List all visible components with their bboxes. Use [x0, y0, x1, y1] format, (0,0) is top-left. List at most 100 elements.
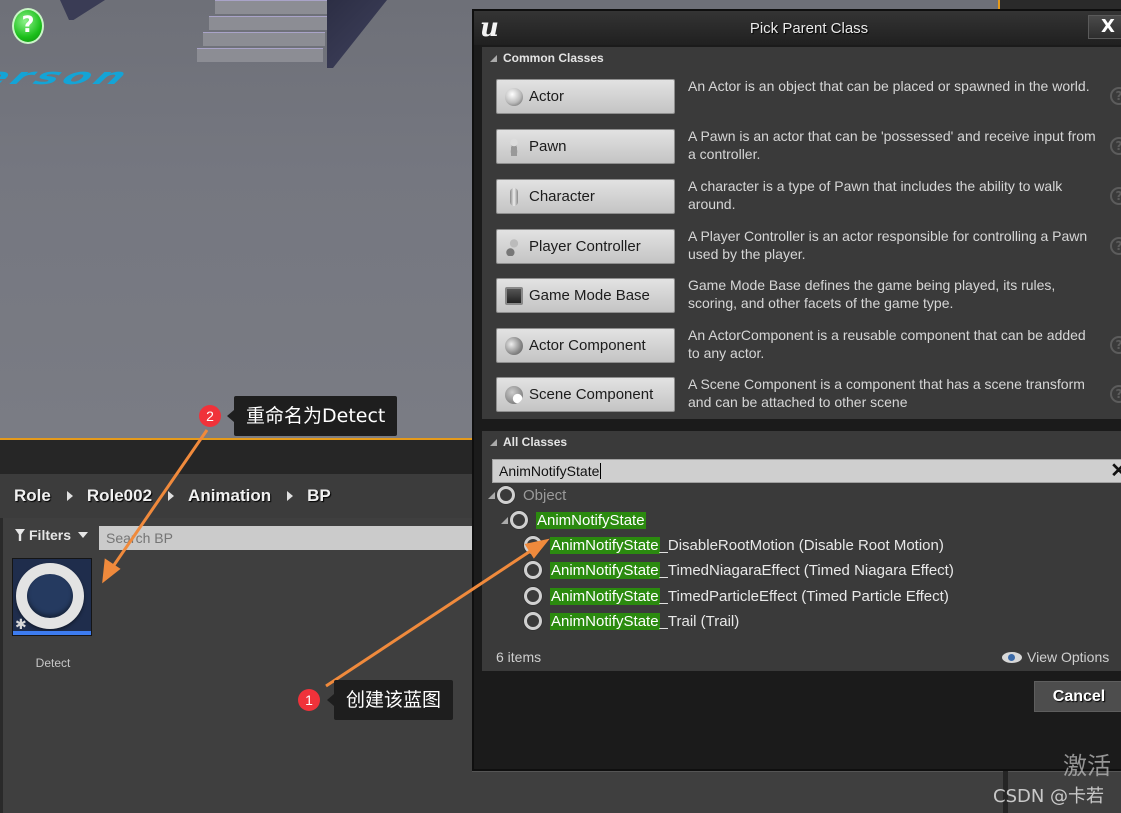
eye-icon: [1002, 651, 1022, 663]
actor-component-class-button[interactable]: Actor Component: [496, 328, 675, 363]
class-label: Player Controller: [529, 238, 641, 255]
dialog-title-bar[interactable]: u Pick Parent Class X: [474, 11, 1121, 45]
right-panel-edge: [998, 0, 1121, 9]
cancel-button[interactable]: Cancel: [1034, 681, 1121, 712]
tree-item-object[interactable]: Object: [488, 484, 566, 506]
class-description: An ActorComponent is a reusable componen…: [688, 327, 1086, 361]
help-icon[interactable]: ?: [1110, 87, 1121, 105]
actor-class-button[interactable]: Actor: [496, 79, 675, 114]
asset-name[interactable]: Detect: [13, 656, 93, 670]
collapse-triangle-icon: [490, 54, 497, 62]
class-description: A character is a type of Pawn that inclu…: [688, 178, 1063, 212]
actor-icon: [505, 87, 523, 106]
close-button[interactable]: X: [1088, 15, 1121, 39]
breadcrumb-item[interactable]: Role002: [87, 486, 152, 506]
tree-item-label: _TimedNiagaraEffect (Timed Niagara Effec…: [659, 561, 954, 579]
class-description: An Actor is an object that can be placed…: [688, 78, 1090, 94]
viewport-ramp-dark: [327, 0, 387, 68]
player-controller-class-button[interactable]: Player Controller: [496, 229, 675, 264]
tree-item-match: AnimNotifyState: [550, 587, 660, 605]
player-controller-icon: [505, 237, 523, 256]
class-search-input[interactable]: AnimNotifyState ✕: [492, 459, 1121, 483]
breadcrumb-item[interactable]: Role: [14, 486, 51, 506]
class-label: Character: [529, 188, 595, 205]
filters-label: Filters: [29, 527, 72, 543]
chevron-right-icon[interactable]: [66, 491, 73, 501]
actor-component-icon: [505, 336, 523, 355]
chevron-down-icon: [78, 532, 89, 538]
tree-item-label: _Trail (Trail): [659, 612, 740, 630]
class-label: Game Mode Base: [529, 287, 650, 304]
class-label: Scene Component: [529, 386, 654, 403]
tree-item-match: AnimNotifyState: [550, 612, 660, 630]
text-cursor: [600, 463, 602, 479]
help-icon[interactable]: ?: [1110, 336, 1121, 354]
annotation-callout: 重命名为Detect: [226, 396, 398, 436]
class-label: Actor Component: [529, 337, 646, 354]
class-description: Game Mode Base defines the game being pl…: [688, 277, 1056, 311]
expand-triangle-icon[interactable]: [488, 491, 495, 499]
character-icon: [510, 187, 518, 206]
class-row-scene-component: Scene Component A Scene Component is a c…: [482, 376, 1121, 427]
class-row-character: Character A character is a type of Pawn …: [482, 178, 1121, 229]
activate-watermark: 激活: [1063, 752, 1111, 780]
filters-button[interactable]: Filters: [15, 527, 89, 543]
pawn-class-button[interactable]: Pawn: [496, 129, 675, 164]
pawn-icon: [509, 137, 519, 156]
question-mark-icon[interactable]: ?: [12, 8, 44, 44]
all-classes-header[interactable]: All Classes: [482, 431, 1121, 453]
tree-item-timed-particle-effect[interactable]: AnimNotifyState _TimedParticleEffect (Tim…: [524, 585, 949, 607]
scene-component-icon: [505, 385, 523, 404]
class-row-pawn: Pawn A Pawn is an actor that can be 'pos…: [482, 128, 1121, 179]
class-label: Actor: [529, 88, 565, 105]
chevron-right-icon[interactable]: [168, 491, 175, 501]
help-icon[interactable]: ?: [1110, 385, 1121, 403]
asset-search-input[interactable]: [99, 526, 475, 550]
tree-item-timed-niagara-effect[interactable]: AnimNotifyState _TimedNiagaraEffect (Time…: [524, 559, 954, 581]
annotation-badge: 2: [199, 405, 221, 427]
floor-text: erson: [0, 64, 137, 90]
class-search-value: AnimNotifyState: [499, 463, 600, 479]
help-icon[interactable]: ?: [1110, 187, 1121, 205]
class-ring-icon: [524, 587, 542, 605]
clear-search-icon[interactable]: ✕: [1110, 460, 1121, 482]
tree-item-label: _TimedParticleEffect (Timed Particle Eff…: [659, 587, 949, 605]
chevron-right-icon[interactable]: [287, 491, 294, 501]
tree-item-animnotifystate[interactable]: AnimNotifyState: [501, 509, 646, 531]
asset-type-bar: [13, 631, 91, 635]
items-count: 6 items: [496, 649, 542, 665]
help-icon[interactable]: ?: [1110, 237, 1121, 255]
asset-tile[interactable]: ✱: [12, 558, 92, 636]
filter-icon: [15, 529, 25, 541]
help-icon[interactable]: ?: [1110, 137, 1121, 155]
character-class-button[interactable]: Character: [496, 179, 675, 214]
tree-item-disable-root-motion[interactable]: AnimNotifyState _DisableRootMotion (Disab…: [524, 534, 944, 556]
section-title: Common Classes: [503, 51, 604, 65]
tree-item-match: AnimNotifyState: [550, 561, 660, 579]
content-browser-toolbar: [0, 438, 472, 474]
game-mode-base-class-button[interactable]: Game Mode Base: [496, 278, 675, 313]
class-description: A Scene Component is a component that ha…: [688, 376, 1085, 410]
breadcrumb-item[interactable]: BP: [307, 486, 331, 506]
class-ring-icon: [497, 486, 515, 504]
tree-item-match: AnimNotifyState: [550, 536, 660, 554]
breadcrumb-item[interactable]: Animation: [188, 486, 271, 506]
expand-triangle-icon[interactable]: [501, 516, 508, 524]
pick-parent-class-dialog: u Pick Parent Class X Common Classes Act…: [472, 9, 1121, 771]
view-options-button[interactable]: View Options: [1002, 649, 1109, 665]
view-options-label: View Options: [1027, 649, 1110, 665]
csdn-watermark: CSDN @卡若: [993, 786, 1105, 807]
common-classes-header[interactable]: Common Classes: [482, 47, 1121, 69]
viewport-ramp: [60, 0, 105, 20]
class-label: Pawn: [529, 138, 567, 155]
class-ring-icon: [524, 561, 542, 579]
class-description: A Player Controller is an actor responsi…: [688, 228, 1088, 262]
viewport-stairs: [195, 0, 335, 68]
scene-component-class-button[interactable]: Scene Component: [496, 377, 675, 412]
class-ring-icon: [524, 612, 542, 630]
game-mode-icon: [505, 286, 523, 305]
tree-item-trail[interactable]: AnimNotifyState _Trail (Trail): [524, 610, 739, 632]
tree-item-label: Object: [523, 486, 567, 504]
dialog-title: Pick Parent Class: [749, 20, 869, 37]
tree-item-label: _DisableRootMotion (Disable Root Motion): [659, 536, 944, 554]
